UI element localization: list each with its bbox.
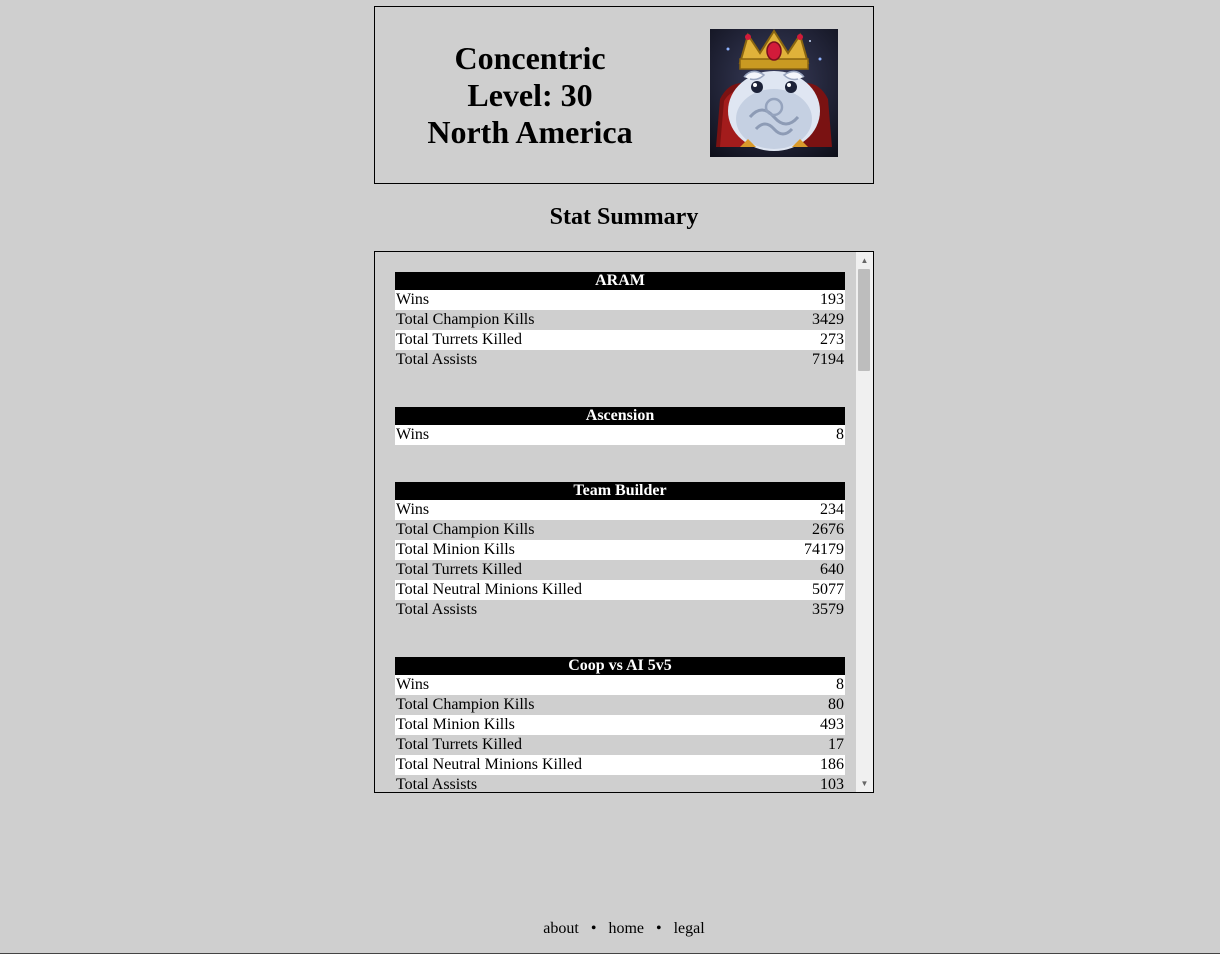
stat-row: Total Champion Kills 2676 — [395, 520, 845, 540]
stat-row: Total Assists 7194 — [395, 350, 845, 370]
profile-info: Concentric Level: 30 North America — [375, 40, 685, 151]
stat-value: 493 — [820, 716, 844, 733]
stat-value: 193 — [820, 291, 844, 308]
stat-row: Wins 234 — [395, 500, 845, 520]
stat-summary-title: Stat Summary — [549, 204, 699, 230]
stat-value: 3579 — [812, 601, 844, 618]
stat-value: 74179 — [804, 541, 844, 558]
stat-value: 186 — [820, 756, 844, 773]
stat-row: Total Turrets Killed 17 — [395, 735, 845, 755]
game-mode-header: Ascension — [395, 407, 845, 425]
scroll-up-arrow-icon[interactable]: ▲ — [856, 252, 873, 269]
stat-label: Wins — [396, 501, 430, 518]
stat-value: 7194 — [812, 351, 844, 368]
stat-row: Total Champion Kills 3429 — [395, 310, 845, 330]
game-mode-table: Team Builder Wins 234 Total Champion Kills 2… — [395, 482, 845, 620]
avatar-illustration — [716, 29, 832, 151]
stat-row: Total Neutral Minions Killed 5077 — [395, 580, 845, 600]
stat-value: 103 — [820, 776, 844, 793]
stat-label: Total Neutral Minions Killed — [396, 581, 582, 598]
legal-link[interactable]: legal — [674, 920, 705, 937]
stat-value: 2676 — [812, 521, 844, 538]
stat-label: Total Champion Kills — [396, 696, 535, 713]
vertical-scrollbar[interactable]: ▲ ▼ — [856, 252, 873, 792]
poro-king-icon — [710, 29, 838, 157]
profile-card: Concentric Level: 30 North America — [374, 6, 874, 184]
game-mode-header: Coop vs AI 5v5 — [395, 657, 845, 675]
stats-content: ARAM Wins 193 Total Champion Kills 3429 Total… — [395, 272, 845, 793]
stat-rows: Wins 193 Total Champion Kills 3429 Total Tur… — [395, 290, 845, 370]
stat-rows: Wins 234 Total Champion Kills 2676 Total Min… — [395, 500, 845, 620]
stat-label: Total Turrets Killed — [396, 331, 522, 348]
footer-separator: • — [590, 920, 597, 937]
stat-row: Wins 8 — [395, 675, 845, 695]
stat-value: 3429 — [812, 311, 844, 328]
stat-value: 17 — [828, 736, 844, 753]
stat-row: Total Turrets Killed 640 — [395, 560, 845, 580]
stat-row: Total Minion Kills 493 — [395, 715, 845, 735]
stat-row: Total Champion Kills 80 — [395, 695, 845, 715]
stat-label: Total Champion Kills — [396, 311, 535, 328]
stat-value: 8 — [836, 676, 844, 693]
scroll-down-arrow-icon[interactable]: ▼ — [856, 775, 873, 792]
game-mode-header: ARAM — [395, 272, 845, 290]
stat-value: 80 — [828, 696, 844, 713]
stat-rows: Wins 8 Total Champion Kills 80 Total Minion … — [395, 675, 845, 793]
game-mode-header: Team Builder — [395, 482, 845, 500]
stat-label: Total Assists — [396, 776, 478, 793]
stat-value: 273 — [820, 331, 844, 348]
stat-row: Total Minion Kills 74179 — [395, 540, 845, 560]
stat-value: 5077 — [812, 581, 844, 598]
stat-label: Total Champion Kills — [396, 521, 535, 538]
summoner-name: Concentric — [454, 40, 606, 76]
home-link[interactable]: home — [608, 920, 644, 937]
stat-value: 8 — [836, 426, 844, 443]
stat-row: Wins 8 — [395, 425, 845, 445]
stat-row: Total Assists 103 — [395, 775, 845, 793]
stat-label: Total Minion Kills — [396, 541, 515, 558]
game-mode-table: Coop vs AI 5v5 Wins 8 Total Champion Kills 8… — [395, 657, 845, 793]
stat-row: Total Assists 3579 — [395, 600, 845, 620]
stat-rows: Wins 8 — [395, 425, 845, 445]
stat-label: Total Neutral Minions Killed — [396, 756, 582, 773]
stat-label: Total Minion Kills — [396, 716, 515, 733]
stat-label: Wins — [396, 676, 430, 693]
stat-label: Total Assists — [396, 601, 478, 618]
stat-row: Total Turrets Killed 273 — [395, 330, 845, 350]
about-link[interactable]: about — [543, 920, 579, 937]
summoner-level: Level: 30 — [467, 77, 593, 113]
game-mode-table: ARAM Wins 193 Total Champion Kills 3429 Total… — [395, 272, 845, 370]
stats-scroll-panel[interactable]: ARAM Wins 193 Total Champion Kills 3429 Total… — [374, 251, 874, 793]
footer-nav: about • home • legal — [374, 918, 874, 940]
game-mode-table: Ascension Wins 8 — [395, 407, 845, 445]
stat-label: Total Turrets Killed — [396, 736, 522, 753]
stat-value: 234 — [820, 501, 844, 518]
stat-row: Wins 193 — [395, 290, 845, 310]
stat-value: 640 — [820, 561, 844, 578]
stat-row: Total Neutral Minions Killed 186 — [395, 755, 845, 775]
footer-separator: • — [656, 920, 662, 937]
stat-label: Total Turrets Killed — [396, 561, 522, 578]
scrollbar-thumb[interactable] — [858, 269, 870, 371]
summoner-region: North America — [427, 114, 633, 150]
stat-label: Total Assists — [396, 351, 478, 368]
stat-label: Wins — [396, 291, 430, 308]
stat-label: Wins — [396, 426, 430, 443]
